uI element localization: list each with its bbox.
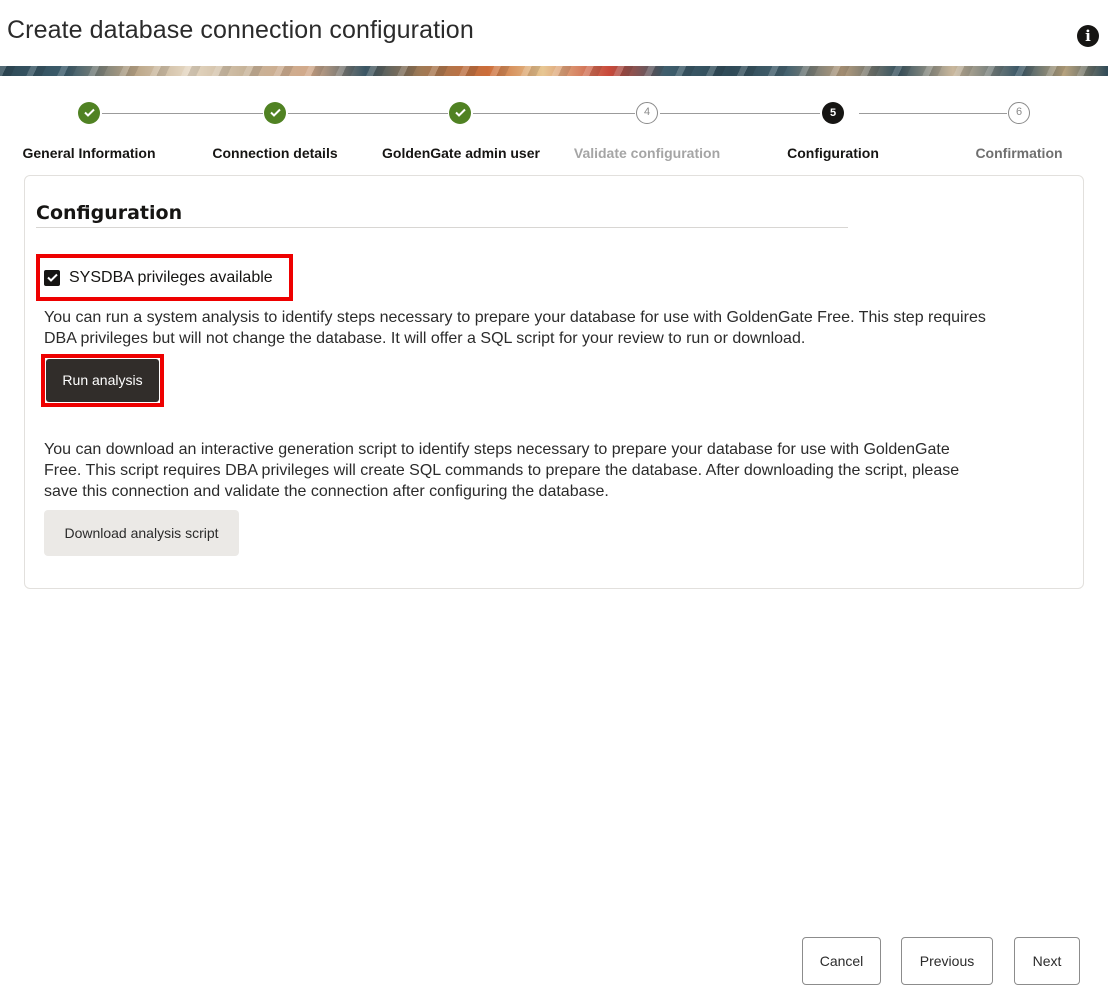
- download-description: You can download an interactive generati…: [44, 439, 959, 502]
- sysdba-checkbox-label[interactable]: SYSDBA privileges available: [69, 269, 273, 287]
- analysis-description: You can run a system analysis to identif…: [44, 307, 986, 349]
- info-icon[interactable]: i: [1077, 25, 1099, 47]
- step-label-configuration[interactable]: Configuration: [787, 145, 879, 161]
- download-description-line: You can download an interactive generati…: [44, 441, 950, 458]
- previous-button[interactable]: Previous: [901, 937, 993, 985]
- step-label-confirmation: Confirmation: [975, 145, 1063, 161]
- train-connector: [473, 113, 635, 114]
- step-label-goldengate-admin-user[interactable]: GoldenGate admin user: [382, 145, 540, 161]
- train-connector: [859, 113, 1007, 114]
- step-label-validate-configuration: Validate configuration: [573, 145, 721, 161]
- heading-divider: [36, 227, 848, 228]
- step-4-marker: 4: [636, 102, 658, 124]
- decorative-banner: [0, 66, 1108, 76]
- run-analysis-button[interactable]: Run analysis: [46, 359, 159, 402]
- train-connector: [660, 113, 820, 114]
- step-label-general-information[interactable]: General Information: [22, 145, 155, 161]
- next-button[interactable]: Next: [1014, 937, 1080, 985]
- download-description-line: Free. This script requires DBA privilege…: [44, 462, 960, 479]
- step-1-check-icon[interactable]: [78, 102, 100, 124]
- step-6-marker: 6: [1008, 102, 1030, 124]
- analysis-description-line: DBA privileges but will not change the d…: [44, 330, 806, 347]
- page-title: Create database connection configuration: [7, 16, 474, 44]
- train-connector: [102, 113, 263, 114]
- sysdba-checkbox[interactable]: [44, 270, 60, 286]
- checkmark-icon: [46, 273, 58, 282]
- download-description-line: save this connection and validate the co…: [44, 483, 609, 500]
- download-analysis-script-button[interactable]: Download analysis script: [44, 510, 239, 556]
- step-3-check-icon[interactable]: [449, 102, 471, 124]
- step-5-marker[interactable]: 5: [822, 102, 844, 124]
- configuration-heading: Configuration: [36, 202, 183, 224]
- cancel-button[interactable]: Cancel: [802, 937, 881, 985]
- step-label-connection-details[interactable]: Connection details: [212, 145, 337, 161]
- train-connector: [288, 113, 448, 114]
- step-2-check-icon[interactable]: [264, 102, 286, 124]
- analysis-description-line: You can run a system analysis to identif…: [44, 309, 986, 326]
